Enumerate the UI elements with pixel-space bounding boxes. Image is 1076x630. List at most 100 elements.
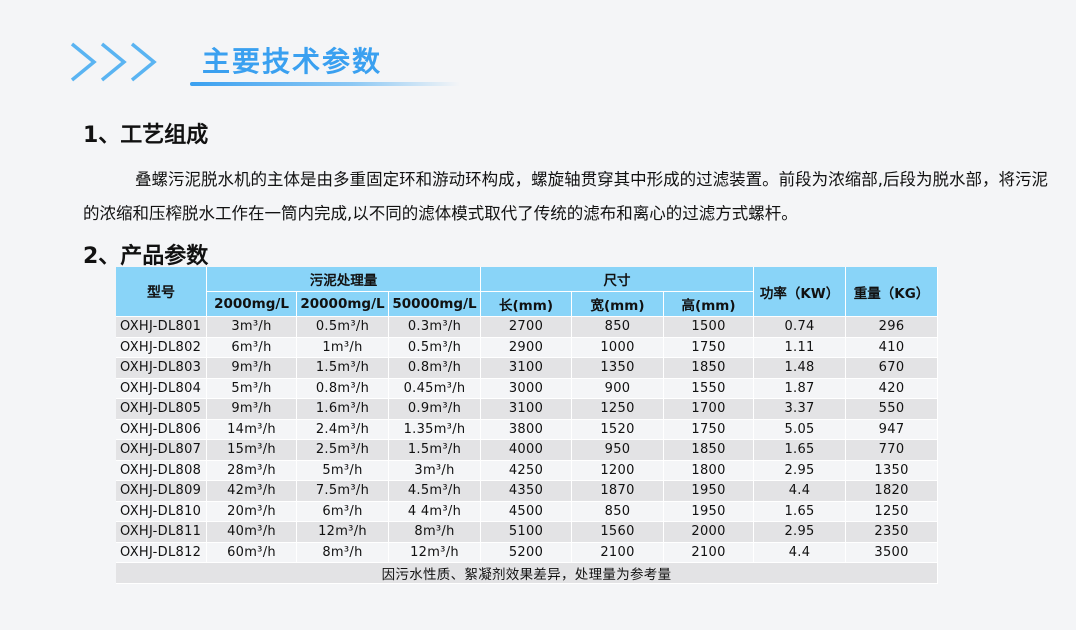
cell-length: 3800 bbox=[481, 419, 573, 440]
cell-length: 3000 bbox=[481, 378, 573, 399]
cell-weight: 947 bbox=[846, 419, 939, 440]
table-row: OXHJ-DL812 60m³/h 8m³/h 12m³/h 5200 2100 2100 4… bbox=[116, 542, 939, 563]
cell-model: OXHJ-DL801 bbox=[116, 317, 207, 338]
cell-cap-20000: 0.8m³/h bbox=[297, 378, 389, 399]
cell-weight: 1350 bbox=[846, 460, 939, 481]
cell-cap-2000: 9m³/h bbox=[207, 399, 297, 420]
cell-weight: 770 bbox=[846, 440, 939, 461]
header-conc-20000: 20000mg/L bbox=[297, 292, 389, 317]
table-header-row-1: 型号 污泥处理量 尺寸 功率（KW） 重量（KG） bbox=[116, 267, 939, 317]
header-weight: 重量（KG） bbox=[846, 267, 939, 317]
section-heading-parameters: 2、产品参数 bbox=[83, 244, 209, 269]
cell-model: OXHJ-DL806 bbox=[116, 419, 207, 440]
cell-width: 1560 bbox=[572, 522, 665, 543]
cell-height: 1550 bbox=[664, 378, 755, 399]
cell-power: 1.65 bbox=[754, 440, 847, 461]
table-row: OXHJ-DL808 28m³/h 5m³/h 3m³/h 4250 1200 1800 2.… bbox=[116, 460, 939, 481]
cell-length: 2900 bbox=[481, 337, 573, 358]
cell-length: 4350 bbox=[481, 481, 573, 502]
cell-model: OXHJ-DL807 bbox=[116, 440, 207, 461]
chevrons-icon bbox=[70, 42, 157, 82]
cell-cap-2000: 60m³/h bbox=[207, 542, 297, 563]
cell-cap-50000: 12m³/h bbox=[389, 542, 482, 563]
cell-height: 2000 bbox=[664, 522, 755, 543]
cell-cap-2000: 20m³/h bbox=[207, 501, 297, 522]
cell-length: 3100 bbox=[481, 358, 573, 379]
cell-model: OXHJ-DL810 bbox=[116, 501, 207, 522]
cell-cap-20000: 12m³/h bbox=[297, 522, 389, 543]
cell-cap-50000: 1.35m³/h bbox=[389, 419, 482, 440]
cell-model: OXHJ-DL812 bbox=[116, 542, 207, 563]
cell-length: 4250 bbox=[481, 460, 573, 481]
header-model: 型号 bbox=[116, 267, 207, 317]
cell-cap-2000: 15m³/h bbox=[207, 440, 297, 461]
cell-length: 4500 bbox=[481, 501, 573, 522]
table-note: 因污水性质、絮凝剂效果差异，处理量为参考量 bbox=[116, 563, 939, 584]
cell-weight: 296 bbox=[846, 317, 939, 338]
cell-height: 2100 bbox=[664, 542, 755, 563]
cell-width: 850 bbox=[572, 317, 665, 338]
cell-cap-2000: 5m³/h bbox=[207, 378, 297, 399]
cell-cap-2000: 3m³/h bbox=[207, 317, 297, 338]
cell-cap-2000: 6m³/h bbox=[207, 337, 297, 358]
header-dimensions: 尺寸 bbox=[481, 267, 755, 292]
cell-power: 1.87 bbox=[754, 378, 847, 399]
header-width: 宽(mm) bbox=[572, 292, 665, 317]
cell-model: OXHJ-DL802 bbox=[116, 337, 207, 358]
cell-power: 1.11 bbox=[754, 337, 847, 358]
cell-power: 1.48 bbox=[754, 358, 847, 379]
cell-cap-2000: 9m³/h bbox=[207, 358, 297, 379]
cell-cap-20000: 6m³/h bbox=[297, 501, 389, 522]
cell-weight: 2350 bbox=[846, 522, 939, 543]
cell-width: 1200 bbox=[572, 460, 665, 481]
cell-weight: 420 bbox=[846, 378, 939, 399]
cell-model: OXHJ-DL809 bbox=[116, 481, 207, 502]
section-heading-process: 1、工艺组成 bbox=[83, 123, 209, 148]
cell-width: 1250 bbox=[572, 399, 665, 420]
product-parameter-table: 型号 污泥处理量 尺寸 功率（KW） 重量（KG） 2000mg/L 20000… bbox=[116, 267, 939, 584]
cell-cap-50000: 0.8m³/h bbox=[389, 358, 482, 379]
cell-power: 4.4 bbox=[754, 542, 847, 563]
cell-power: 1.65 bbox=[754, 501, 847, 522]
table-note-row: 因污水性质、絮凝剂效果差异，处理量为参考量 bbox=[116, 563, 939, 584]
cell-width: 950 bbox=[572, 440, 665, 461]
header-sludge-capacity: 污泥处理量 bbox=[207, 267, 482, 292]
cell-cap-50000: 8m³/h bbox=[389, 522, 482, 543]
cell-weight: 550 bbox=[846, 399, 939, 420]
cell-weight: 3500 bbox=[846, 542, 939, 563]
cell-cap-50000: 0.45m³/h bbox=[389, 378, 482, 399]
header-length: 长(mm) bbox=[481, 292, 573, 317]
cell-cap-20000: 8m³/h bbox=[297, 542, 389, 563]
cell-cap-2000: 42m³/h bbox=[207, 481, 297, 502]
header-conc-2000: 2000mg/L bbox=[207, 292, 297, 317]
cell-cap-50000: 3m³/h bbox=[389, 460, 482, 481]
cell-cap-20000: 1.5m³/h bbox=[297, 358, 389, 379]
cell-model: OXHJ-DL808 bbox=[116, 460, 207, 481]
cell-cap-50000: 1.5m³/h bbox=[389, 440, 482, 461]
cell-cap-20000: 0.5m³/h bbox=[297, 317, 389, 338]
cell-weight: 670 bbox=[846, 358, 939, 379]
cell-power: 2.95 bbox=[754, 522, 847, 543]
cell-cap-20000: 2.5m³/h bbox=[297, 440, 389, 461]
cell-length: 2700 bbox=[481, 317, 573, 338]
cell-cap-2000: 40m³/h bbox=[207, 522, 297, 543]
cell-cap-20000: 2.4m³/h bbox=[297, 419, 389, 440]
cell-cap-20000: 5m³/h bbox=[297, 460, 389, 481]
cell-power: 3.37 bbox=[754, 399, 847, 420]
cell-model: OXHJ-DL811 bbox=[116, 522, 207, 543]
cell-model: OXHJ-DL805 bbox=[116, 399, 207, 420]
table-row: OXHJ-DL804 5m³/h 0.8m³/h 0.45m³/h 3000 900 155… bbox=[116, 378, 939, 399]
title-underline bbox=[190, 82, 460, 86]
cell-width: 1000 bbox=[572, 337, 665, 358]
cell-cap-50000: 0.9m³/h bbox=[389, 399, 482, 420]
cell-height: 1750 bbox=[664, 337, 755, 358]
table-row: OXHJ-DL801 3m³/h 0.5m³/h 0.3m³/h 2700 850 1500… bbox=[116, 317, 939, 338]
table-row: OXHJ-DL809 42m³/h 7.5m³/h 4.5m³/h 4350 1870 19… bbox=[116, 481, 939, 502]
table-row: OXHJ-DL807 15m³/h 2.5m³/h 1.5m³/h 4000 950 185… bbox=[116, 440, 939, 461]
table-row: OXHJ-DL802 6m³/h 1m³/h 0.5m³/h 2900 1000 1750 1… bbox=[116, 337, 939, 358]
cell-height: 1750 bbox=[664, 419, 755, 440]
cell-cap-20000: 1.6m³/h bbox=[297, 399, 389, 420]
cell-height: 1700 bbox=[664, 399, 755, 420]
cell-width: 850 bbox=[572, 501, 665, 522]
cell-length: 4000 bbox=[481, 440, 573, 461]
